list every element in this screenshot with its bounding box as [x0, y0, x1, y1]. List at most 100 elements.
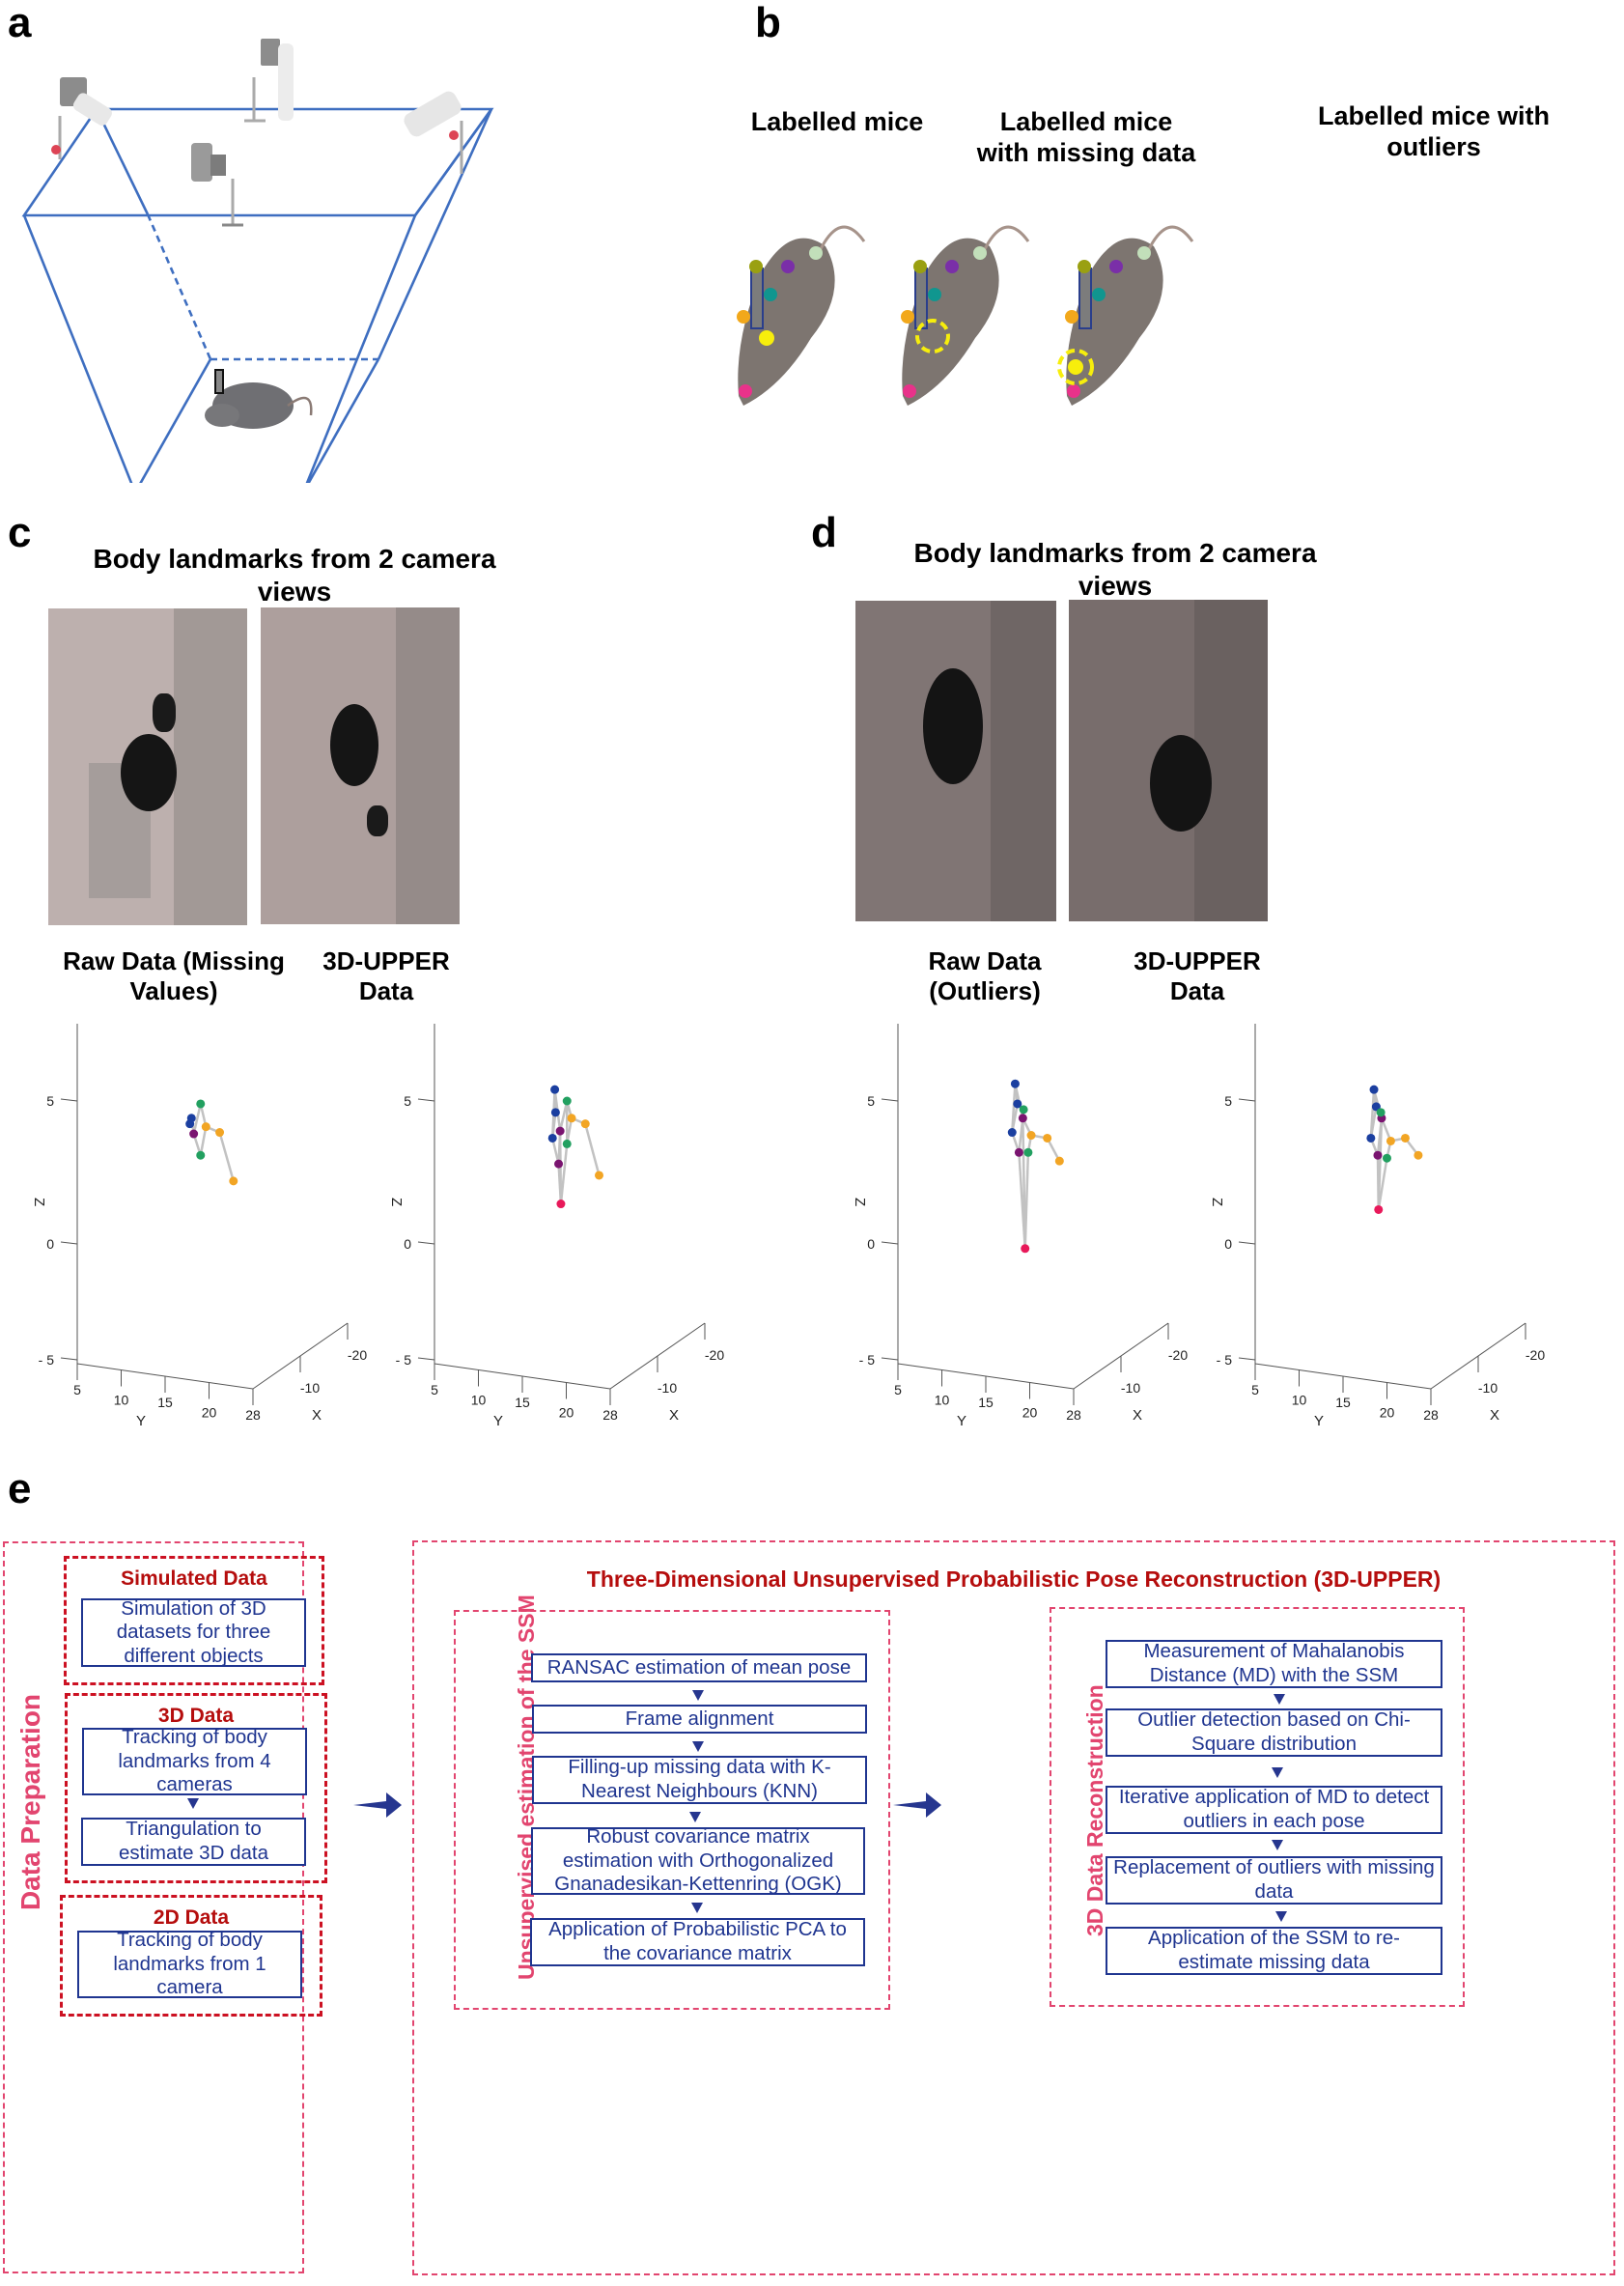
landmark-point: [555, 1126, 565, 1136]
y-tick-label: 10: [114, 1393, 129, 1408]
z-tick-label: 0: [1224, 1236, 1232, 1252]
landmark-point: [196, 1150, 206, 1160]
landmark-point: [1019, 1105, 1028, 1115]
landmark-point: [1373, 1150, 1383, 1160]
y-tick-label: 28: [1423, 1407, 1439, 1423]
implant-icon: [750, 268, 764, 329]
landmark-point: [1400, 1133, 1410, 1143]
camera-arena-illustration: [21, 39, 494, 483]
skeleton-edge: [584, 1123, 601, 1176]
landmark-neck: [928, 288, 941, 301]
landmark-point: [1007, 1128, 1017, 1138]
skeleton-edge: [218, 1132, 235, 1182]
y-tick-label: 10: [935, 1393, 950, 1408]
landmark-ear: [1065, 310, 1078, 324]
landmark-eye-outlier: [1068, 359, 1083, 375]
landmark-point: [196, 1099, 206, 1109]
camera-icon: [51, 77, 112, 159]
z-tick-label: 0: [404, 1236, 411, 1252]
down-arrow-icon: [689, 1812, 701, 1822]
flow-step: RANSAC estimation of mean pose: [531, 1653, 867, 1682]
title-outliers: Labelled mice with outliers: [1317, 101, 1551, 162]
landmark-point: [1021, 1244, 1030, 1254]
z-tick: [417, 1357, 435, 1361]
y-axis-label: Y: [957, 1413, 966, 1429]
landmark-point: [1376, 1108, 1386, 1117]
flow-step: Simulation of 3D datasets for three diff…: [81, 1597, 306, 1667]
camera-view-image: [1069, 600, 1268, 921]
z-tick-label: 0: [46, 1236, 54, 1252]
x-tick-label: -20: [705, 1347, 724, 1363]
panel-label-d: d: [811, 509, 837, 556]
simulated-data-title: Simulated Data: [121, 1567, 267, 1590]
y-tick-label: 5: [73, 1382, 81, 1397]
skeleton-edge: [199, 1126, 208, 1156]
y-tick-label: 15: [157, 1395, 173, 1410]
z-axis-label: Z: [852, 1198, 868, 1206]
panel-label-b: b: [755, 0, 781, 46]
landmark-point: [229, 1176, 238, 1186]
landmark-tail-base: [1137, 246, 1151, 260]
y-tick-label: 15: [1335, 1395, 1351, 1410]
landmark-point: [1414, 1150, 1423, 1160]
landmark-point: [1386, 1136, 1395, 1145]
landmark-neck: [1092, 288, 1106, 301]
x-tick-label: -10: [1478, 1380, 1498, 1396]
y-tick-label: 5: [431, 1382, 438, 1397]
z-tick-label: 5: [404, 1093, 411, 1109]
landmark-point: [215, 1128, 225, 1138]
pose-plot-3dupper-missing: 5 0 - 5 Z 5 10 15 20 28 Y -10 -20 X: [388, 1024, 724, 1429]
y-tick-label: 5: [894, 1382, 902, 1397]
landmark-nose: [1067, 384, 1080, 398]
landmark-back: [781, 260, 795, 273]
landmark-back: [1109, 260, 1123, 273]
y-tick-label: 28: [245, 1407, 261, 1423]
flow-step: Outlier detection based on Chi-Square di…: [1106, 1708, 1442, 1757]
landmark-head: [749, 260, 763, 273]
flow-step: Triangulation to estimate 3D data: [81, 1818, 306, 1866]
down-arrow-icon: [691, 1903, 703, 1913]
x-tick-label: -10: [658, 1380, 677, 1396]
flow-step: Frame alignment: [532, 1705, 867, 1734]
camera-view-image: [855, 601, 1056, 921]
plot-title-raw-outliers: Raw Data (Outliers): [928, 946, 1042, 1006]
landmark-eye: [759, 330, 774, 346]
landmark-point: [201, 1122, 210, 1132]
landmark-point: [547, 1133, 557, 1143]
landmark-head: [1078, 260, 1091, 273]
down-arrow-icon: [1272, 1840, 1283, 1850]
title-missing-data: Labelled mice with missing data: [976, 107, 1196, 168]
camera-icon: [191, 143, 243, 227]
z-tick: [881, 1098, 899, 1102]
landmark-point: [562, 1096, 572, 1106]
x-tick-label: -20: [1526, 1347, 1545, 1363]
landmark-nose: [739, 384, 752, 398]
z-axis-label: Z: [1209, 1198, 1225, 1206]
flow-step: Tracking of body landmarks from 4 camera…: [82, 1726, 307, 1795]
panel-c-title: Body landmarks from 2 camera views: [93, 544, 496, 607]
mouse-illustration: [205, 369, 313, 429]
z-tick-label: 5: [46, 1093, 54, 1109]
plot-title-raw-missing: Raw Data (Missing Values): [63, 946, 285, 1006]
x-axis-label: X: [312, 1407, 322, 1424]
y-tick-label: 20: [559, 1405, 574, 1421]
landmark-point: [186, 1114, 196, 1123]
landmark-point: [550, 1085, 560, 1094]
pose-plot-raw-outliers: 5 0 - 5 Z 5 10 15 20 28 Y -10 -20 X: [852, 1024, 1188, 1429]
landmark-point: [1018, 1114, 1027, 1123]
y-tick-label: 20: [1380, 1405, 1395, 1421]
landmark-tail-base: [973, 246, 987, 260]
z-tick: [881, 1357, 899, 1361]
x-tick-label: -10: [300, 1380, 320, 1396]
landmark-ear: [901, 310, 914, 324]
y-tick-label: 15: [515, 1395, 530, 1410]
y-tick-label: 28: [602, 1407, 618, 1423]
y-tick-label: 5: [1251, 1382, 1259, 1397]
landmark-tail-base: [809, 246, 823, 260]
pose-plot-3dupper-outliers: 5 0 - 5 Z 5 10 15 20 28 Y -10 -20 X: [1209, 1024, 1545, 1429]
landmark-point: [594, 1171, 603, 1180]
right-arrow-icon: [893, 1792, 941, 1818]
camera-view-image: [48, 608, 247, 925]
landmark-point: [1043, 1133, 1052, 1143]
plot-title-3dupper-c: 3D-UPPER Data: [322, 946, 450, 1006]
